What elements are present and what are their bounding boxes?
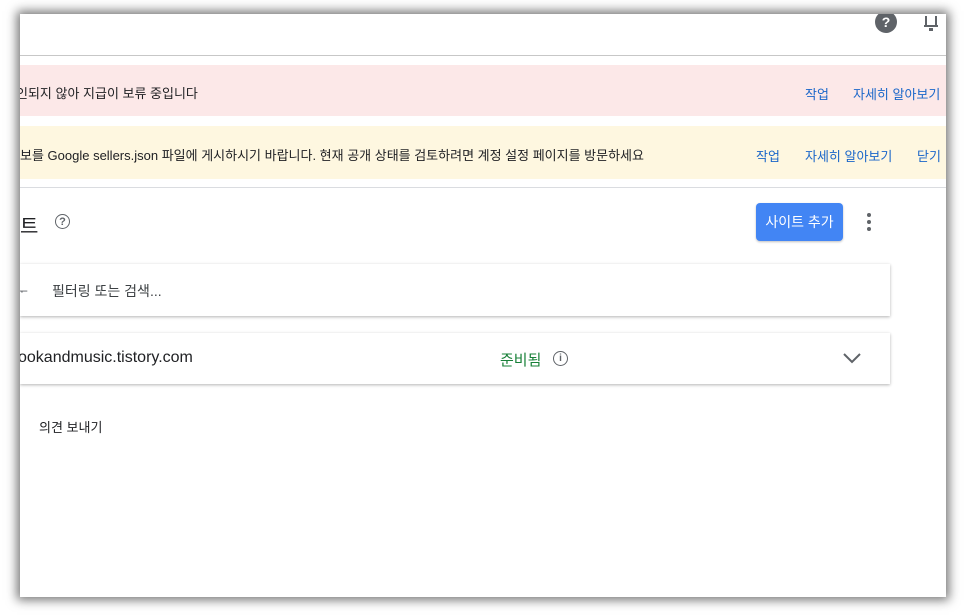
banner-learn-more-link[interactable]: 자세히 알아보기 (853, 84, 940, 103)
chevron-down-icon[interactable] (842, 351, 862, 365)
site-name: ookandmusic.tistory.com (20, 349, 193, 366)
banner-dismiss-link[interactable]: 닫기 (917, 146, 941, 165)
section-divider (20, 187, 946, 188)
notification-bell-icon[interactable] (923, 14, 939, 32)
site-row[interactable]: ookandmusic.tistory.com 준비됨 i (20, 333, 890, 384)
add-site-button[interactable]: 사이트 추가 (756, 203, 843, 241)
search-input[interactable] (52, 280, 652, 302)
site-status: 준비됨 (500, 352, 542, 369)
app-window: ? 인되지 않아 지급이 보류 중입니다 작업 자세히 알아보기 보를 Goog… (20, 14, 946, 597)
banner-action-link[interactable]: 작업 (756, 146, 780, 165)
payment-hold-banner: 인되지 않아 지급이 보류 중입니다 작업 자세히 알아보기 (20, 65, 946, 116)
banner-learn-more-link[interactable]: 자세히 알아보기 (805, 146, 892, 165)
top-bar: ? (20, 14, 946, 56)
banner-message: 보를 Google sellers.json 파일에 게시하시기 바랍니다. 현… (20, 148, 644, 163)
search-card: ᅮ (20, 264, 890, 316)
banner-action-link[interactable]: 작업 (805, 84, 829, 103)
help-icon[interactable]: ? (55, 214, 70, 229)
send-feedback-link[interactable]: 의견 보내기 (39, 417, 102, 436)
filter-icon: ᅮ (20, 284, 28, 299)
info-icon[interactable]: i (553, 351, 568, 366)
sellers-json-banner: 보를 Google sellers.json 파일에 게시하시기 바랍니다. 현… (20, 126, 946, 179)
banner-message: 인되지 않아 지급이 보류 중입니다 (20, 86, 198, 101)
more-vertical-icon[interactable] (863, 211, 875, 233)
page-title: 트 (20, 216, 39, 238)
help-icon[interactable]: ? (875, 14, 897, 33)
